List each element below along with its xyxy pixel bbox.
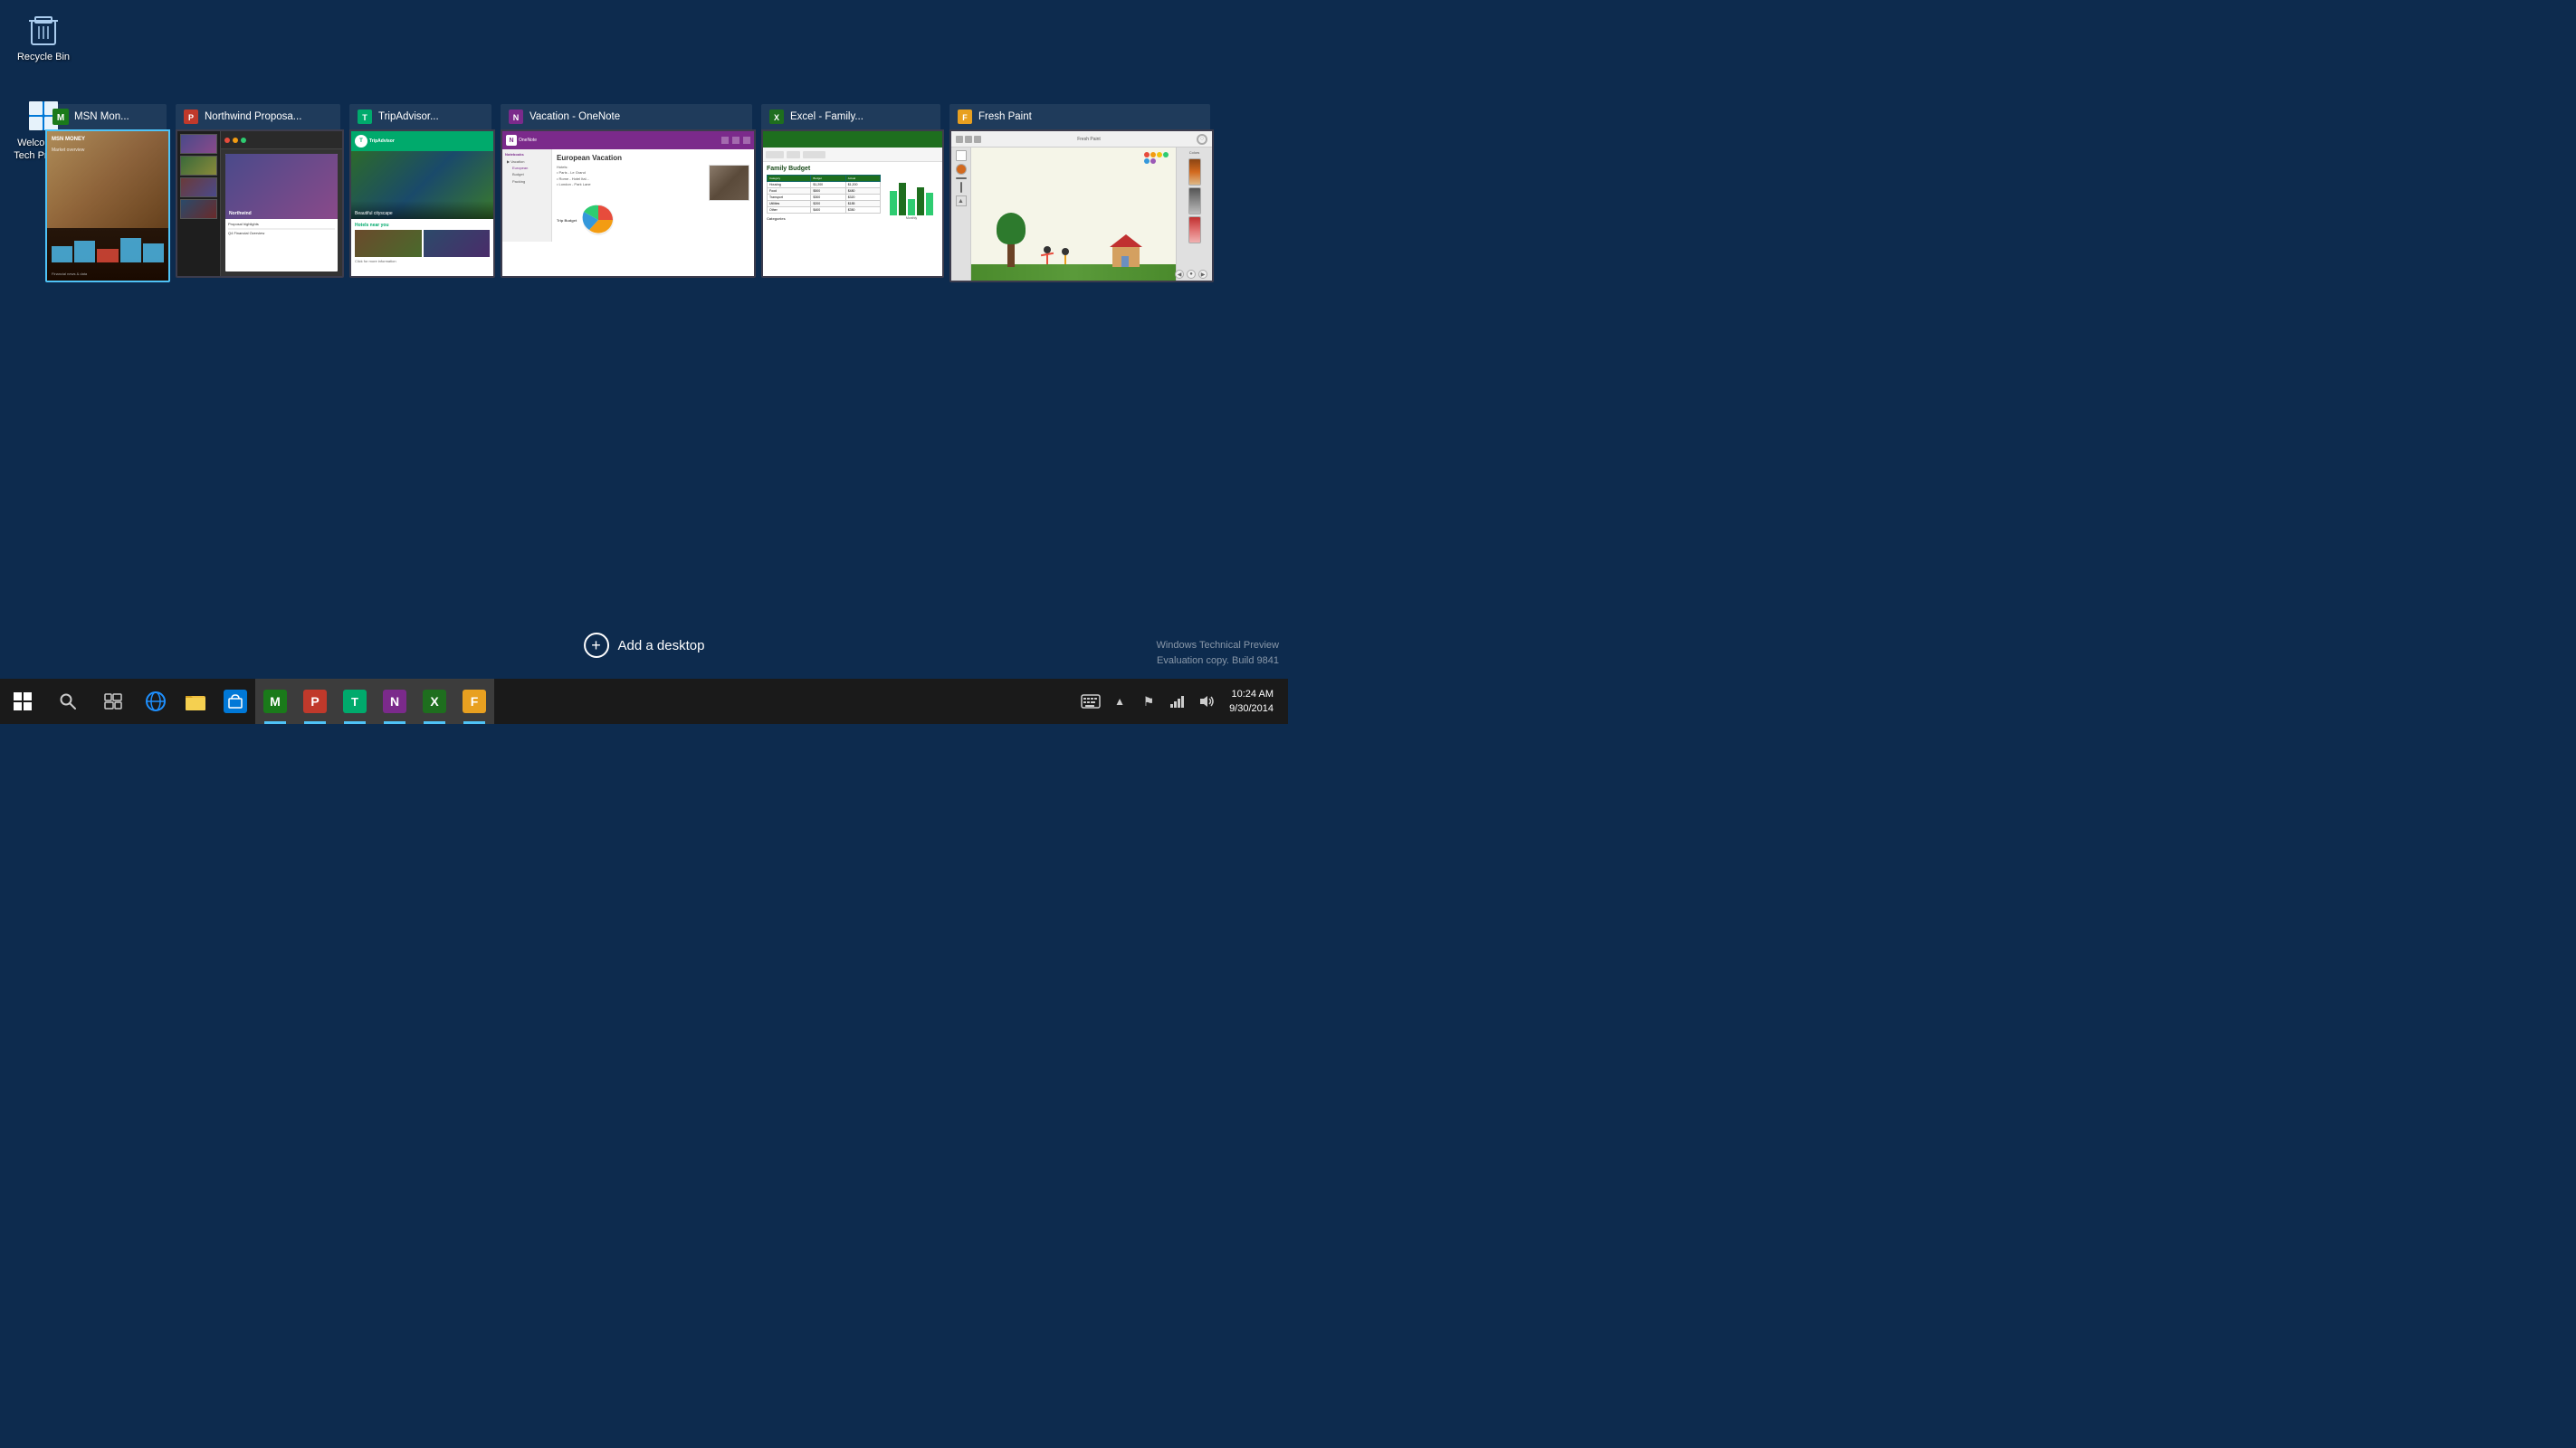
northwind-thumbnail[interactable]: Northwind Proposal highlights Q4 Financi… — [176, 129, 344, 278]
taskbar-tripadvisor[interactable]: T — [335, 679, 375, 724]
taskbar-msn-money[interactable]: M — [255, 679, 295, 724]
search-button[interactable] — [45, 679, 91, 724]
excel-app-icon: X — [768, 109, 785, 125]
taskbar-left: M P T N X F — [0, 679, 494, 724]
task-view-area: M MSN Mon... MSN MONEY Market overview — [45, 104, 1279, 282]
svg-text:N: N — [513, 113, 520, 122]
taskbar-freshpaint-icon: F — [463, 690, 486, 713]
add-desktop-label: Add a desktop — [618, 638, 705, 653]
taskbar-freshpaint[interactable]: F — [454, 679, 494, 724]
task-window-tripadvisor[interactable]: T TripAdvisor... T TripAdvisor Beautiful… — [349, 104, 491, 278]
onenote-thumbnail[interactable]: N OneNote Notebooks ▶ Vacation European — [501, 129, 756, 278]
task-window-excel[interactable]: X Excel - Family... Family Budget — [761, 104, 940, 278]
taskbar-store[interactable] — [215, 679, 255, 724]
taskbar-excel-icon: X — [423, 690, 446, 713]
action-center-icon[interactable]: ⚑ — [1135, 679, 1162, 724]
freshpaint-app-icon: F — [957, 109, 973, 125]
task-window-header-excel[interactable]: X Excel - Family... — [761, 104, 940, 129]
eval-watermark: Windows Technical Preview Evaluation cop… — [1156, 638, 1279, 670]
freshpaint-thumbnail[interactable]: Fresh Paint ○ ▲ — [949, 129, 1214, 282]
volume-icon[interactable] — [1193, 679, 1220, 724]
excel-title: Excel - Family... — [790, 111, 863, 122]
task-window-header-trip[interactable]: T TripAdvisor... — [349, 104, 491, 129]
svg-text:T: T — [362, 113, 367, 122]
clock-date: 9/30/2014 — [1229, 701, 1274, 717]
recycle-bin-icon[interactable]: Recycle Bin — [9, 9, 78, 67]
add-desktop-button[interactable]: + Add a desktop — [569, 625, 720, 665]
onenote-title: Vacation - OneNote — [530, 111, 620, 122]
keyboard-icon[interactable] — [1077, 679, 1104, 724]
task-window-onenote[interactable]: N Vacation - OneNote N OneNote Notebook — [501, 104, 752, 278]
file-explorer-icon — [184, 690, 207, 713]
svg-text:X: X — [774, 113, 779, 122]
clock-time: 10:24 AM — [1232, 687, 1274, 702]
task-view-button[interactable] — [91, 679, 136, 724]
watermark-line2: Evaluation copy. Build 9841 — [1156, 653, 1279, 670]
taskbar-ppt-icon: P — [303, 690, 327, 713]
freshpaint-title: Fresh Paint — [978, 111, 1032, 122]
task-window-fresh-paint[interactable]: F Fresh Paint Fresh Paint ○ — [949, 104, 1210, 282]
taskbar-ppt[interactable]: P — [295, 679, 335, 724]
taskbar-ie[interactable] — [136, 679, 176, 724]
taskbar-excel[interactable]: X — [415, 679, 454, 724]
task-window-header-freshpaint[interactable]: F Fresh Paint — [949, 104, 1210, 129]
northwind-title: Northwind Proposa... — [205, 111, 301, 122]
task-window-header-msn[interactable]: M MSN Mon... — [45, 104, 167, 129]
msn-money-app-icon: M — [52, 109, 69, 125]
tripadvisor-thumbnail[interactable]: T TripAdvisor Beautiful cityscape Hotels… — [349, 129, 495, 278]
msn-money-title: MSN Mon... — [74, 111, 129, 122]
task-window-header-ppt[interactable]: P Northwind Proposa... — [176, 104, 340, 129]
svg-text:F: F — [962, 113, 968, 122]
watermark-line1: Windows Technical Preview — [1156, 638, 1279, 654]
store-icon — [224, 690, 247, 713]
taskbar: M P T N X F — [0, 679, 1288, 724]
msn-money-thumbnail[interactable]: MSN MONEY Market overview Financial news… — [45, 129, 170, 282]
ppt-app-icon: P — [183, 109, 199, 125]
recycle-bin-graphic — [26, 13, 61, 47]
tripadvisor-title: TripAdvisor... — [378, 111, 439, 122]
excel-thumbnail[interactable]: Family Budget Category Budget Actual Hou… — [761, 129, 944, 278]
taskbar-msn-icon: M — [263, 690, 287, 713]
start-button[interactable] — [0, 679, 45, 724]
onenote-app-icon: N — [508, 109, 524, 125]
system-clock[interactable]: 10:24 AM 9/30/2014 — [1222, 679, 1281, 724]
ie-icon — [144, 690, 167, 713]
recycle-bin-label: Recycle Bin — [17, 51, 70, 63]
taskbar-onenote[interactable]: N — [375, 679, 415, 724]
taskbar-onenote-icon: N — [383, 690, 406, 713]
task-window-header-onenote[interactable]: N Vacation - OneNote — [501, 104, 752, 129]
notification-chevron-icon[interactable]: ▲ — [1106, 679, 1133, 724]
network-icon[interactable] — [1164, 679, 1191, 724]
task-window-northwind[interactable]: P Northwind Proposa... — [176, 104, 340, 278]
taskbar-system-tray: ▲ ⚑ 10:24 AM 9/30/2014 — [1077, 679, 1288, 724]
taskbar-trip-icon: T — [343, 690, 367, 713]
task-window-msn-money[interactable]: M MSN Mon... MSN MONEY Market overview — [45, 104, 167, 282]
tripadvisor-app-icon: T — [357, 109, 373, 125]
taskbar-apps: M P T N X F — [136, 679, 494, 724]
svg-text:M: M — [57, 113, 64, 123]
taskbar-file-explorer[interactable] — [176, 679, 215, 724]
svg-text:P: P — [188, 113, 194, 122]
add-desktop-circle-icon: + — [584, 633, 609, 658]
